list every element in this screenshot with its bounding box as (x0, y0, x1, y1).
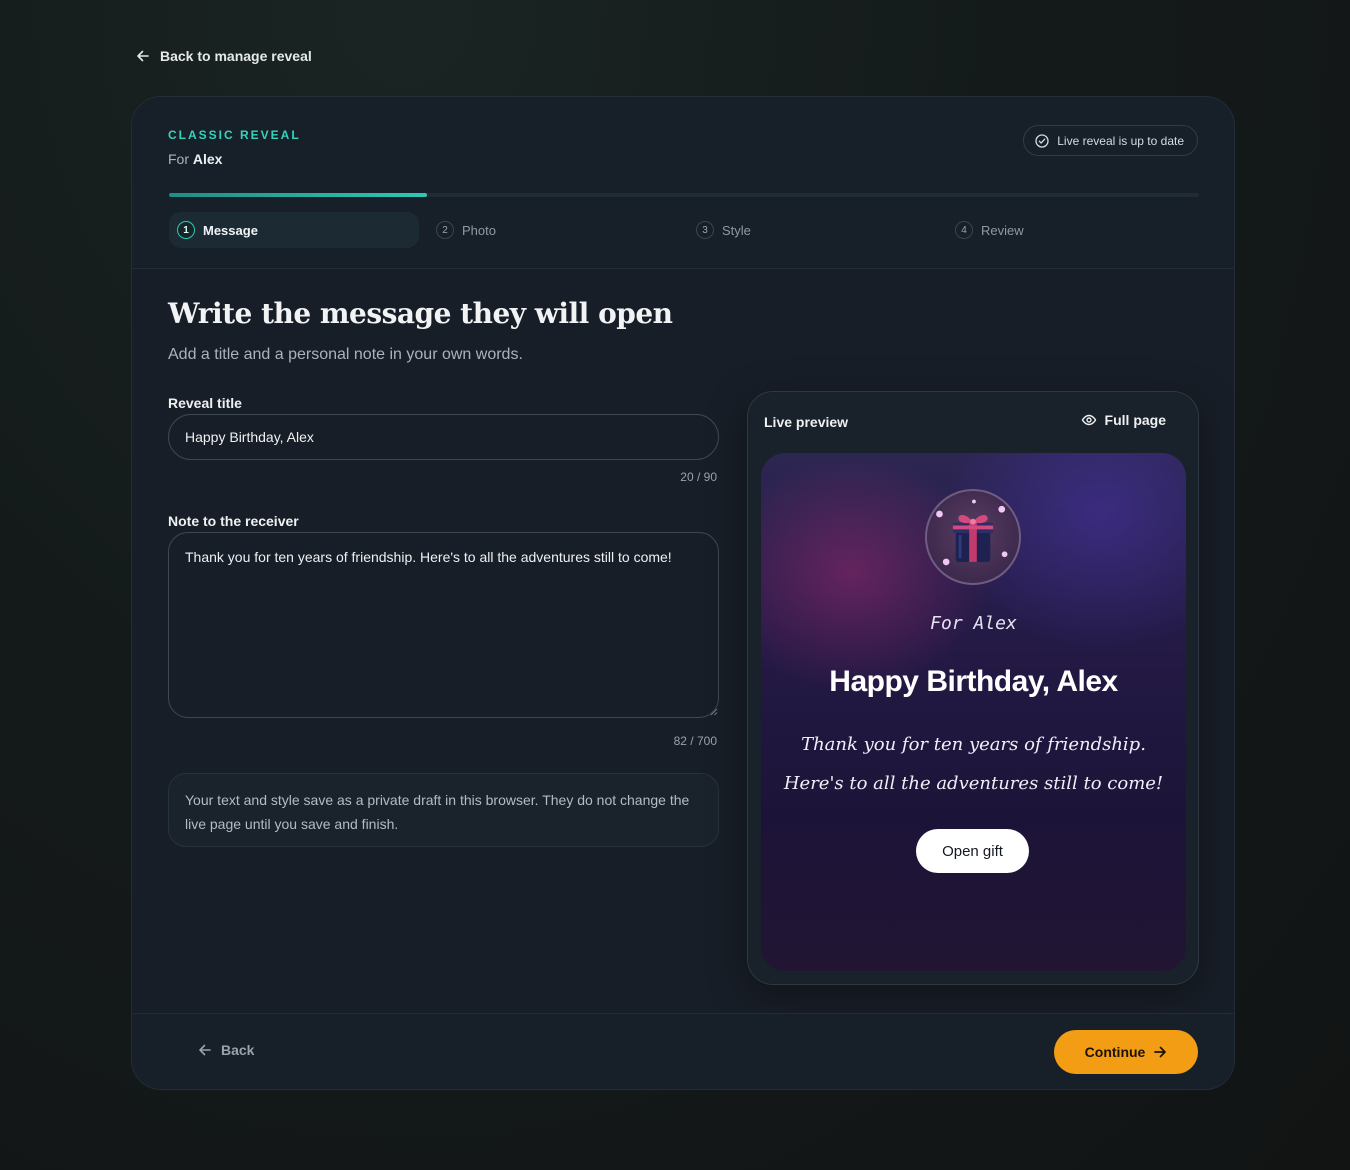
draft-info-box: Your text and style save as a private dr… (168, 773, 719, 847)
back-button-label: Back (221, 1042, 255, 1058)
step-label: Message (203, 222, 258, 238)
title-field-label: Reveal title (168, 395, 242, 411)
step-nav: 1 Message 2 Photo 3 Style 4 Review (169, 212, 1199, 248)
step-number: 4 (955, 221, 973, 239)
full-page-label: Full page (1104, 412, 1166, 428)
reveal-title-input[interactable] (168, 414, 719, 460)
step-message[interactable]: 1 Message (169, 212, 419, 248)
step-photo[interactable]: 2 Photo (428, 212, 496, 248)
step-number: 3 (696, 221, 714, 239)
gift-icon (936, 499, 1008, 566)
status-text: Live reveal is up to date (1057, 133, 1184, 148)
arrow-right-icon (1154, 1046, 1167, 1058)
note-char-counter: 82 / 700 (673, 734, 717, 748)
editor-header: CLASSIC REVEAL For Alex Live reveal is u… (132, 97, 1234, 269)
back-to-manage-link[interactable]: Back to manage reveal (136, 48, 312, 64)
open-gift-button[interactable]: Open gift (916, 829, 1029, 873)
editor-footer: Back Continue (132, 1013, 1234, 1089)
preview-for-text: For Alex (930, 613, 1017, 634)
step-style[interactable]: 3 Style (688, 212, 751, 248)
step-label: Review (981, 222, 1024, 238)
continue-button[interactable]: Continue (1054, 1030, 1198, 1074)
step-review[interactable]: 4 Review (947, 212, 1024, 248)
step-label: Style (722, 222, 751, 238)
back-button[interactable]: Back (198, 1042, 254, 1058)
live-preview-label: Live preview (764, 414, 849, 430)
preview-title: Happy Birthday, Alex (829, 665, 1118, 698)
progress-bar (169, 193, 1199, 197)
arrow-left-icon (137, 50, 149, 62)
preview-note: Thank you for ten years of friendship. H… (783, 734, 1164, 794)
full-page-button[interactable]: Full page (1081, 412, 1166, 428)
page-title: Write the message they will open (168, 297, 673, 330)
recipient-line: For Alex (168, 151, 222, 167)
note-textarea[interactable]: Thank you for ten years of friendship. H… (168, 532, 719, 718)
recipient-name: Alex (192, 151, 223, 167)
check-circle-icon (1035, 133, 1049, 148)
reveal-type-label: CLASSIC REVEAL (168, 128, 301, 142)
step-number: 2 (436, 221, 454, 239)
back-to-manage-label: Back to manage reveal (160, 48, 312, 64)
arrow-left-icon (199, 1044, 211, 1056)
reveal-editor-card: CLASSIC REVEAL For Alex Live reveal is u… (131, 96, 1235, 1090)
progress-fill (169, 193, 427, 197)
continue-button-label: Continue (1084, 1044, 1146, 1060)
for-prefix: For (168, 151, 189, 167)
eye-icon (1081, 414, 1096, 426)
page-subtitle: Add a title and a personal note in your … (168, 346, 523, 363)
status-badge: Live reveal is up to date (1023, 125, 1198, 156)
title-char-counter: 20 / 90 (680, 470, 717, 484)
note-field-label: Note to the receiver (168, 513, 299, 529)
gift-avatar (925, 489, 1021, 585)
step-number: 1 (177, 221, 195, 239)
step-label: Photo (462, 222, 496, 238)
resize-handle-icon[interactable] (710, 708, 718, 716)
live-preview-panel: Live preview Full page For Alex Happy Bi… (747, 391, 1199, 985)
preview-card: For Alex Happy Birthday, Alex Thank you … (761, 453, 1186, 971)
